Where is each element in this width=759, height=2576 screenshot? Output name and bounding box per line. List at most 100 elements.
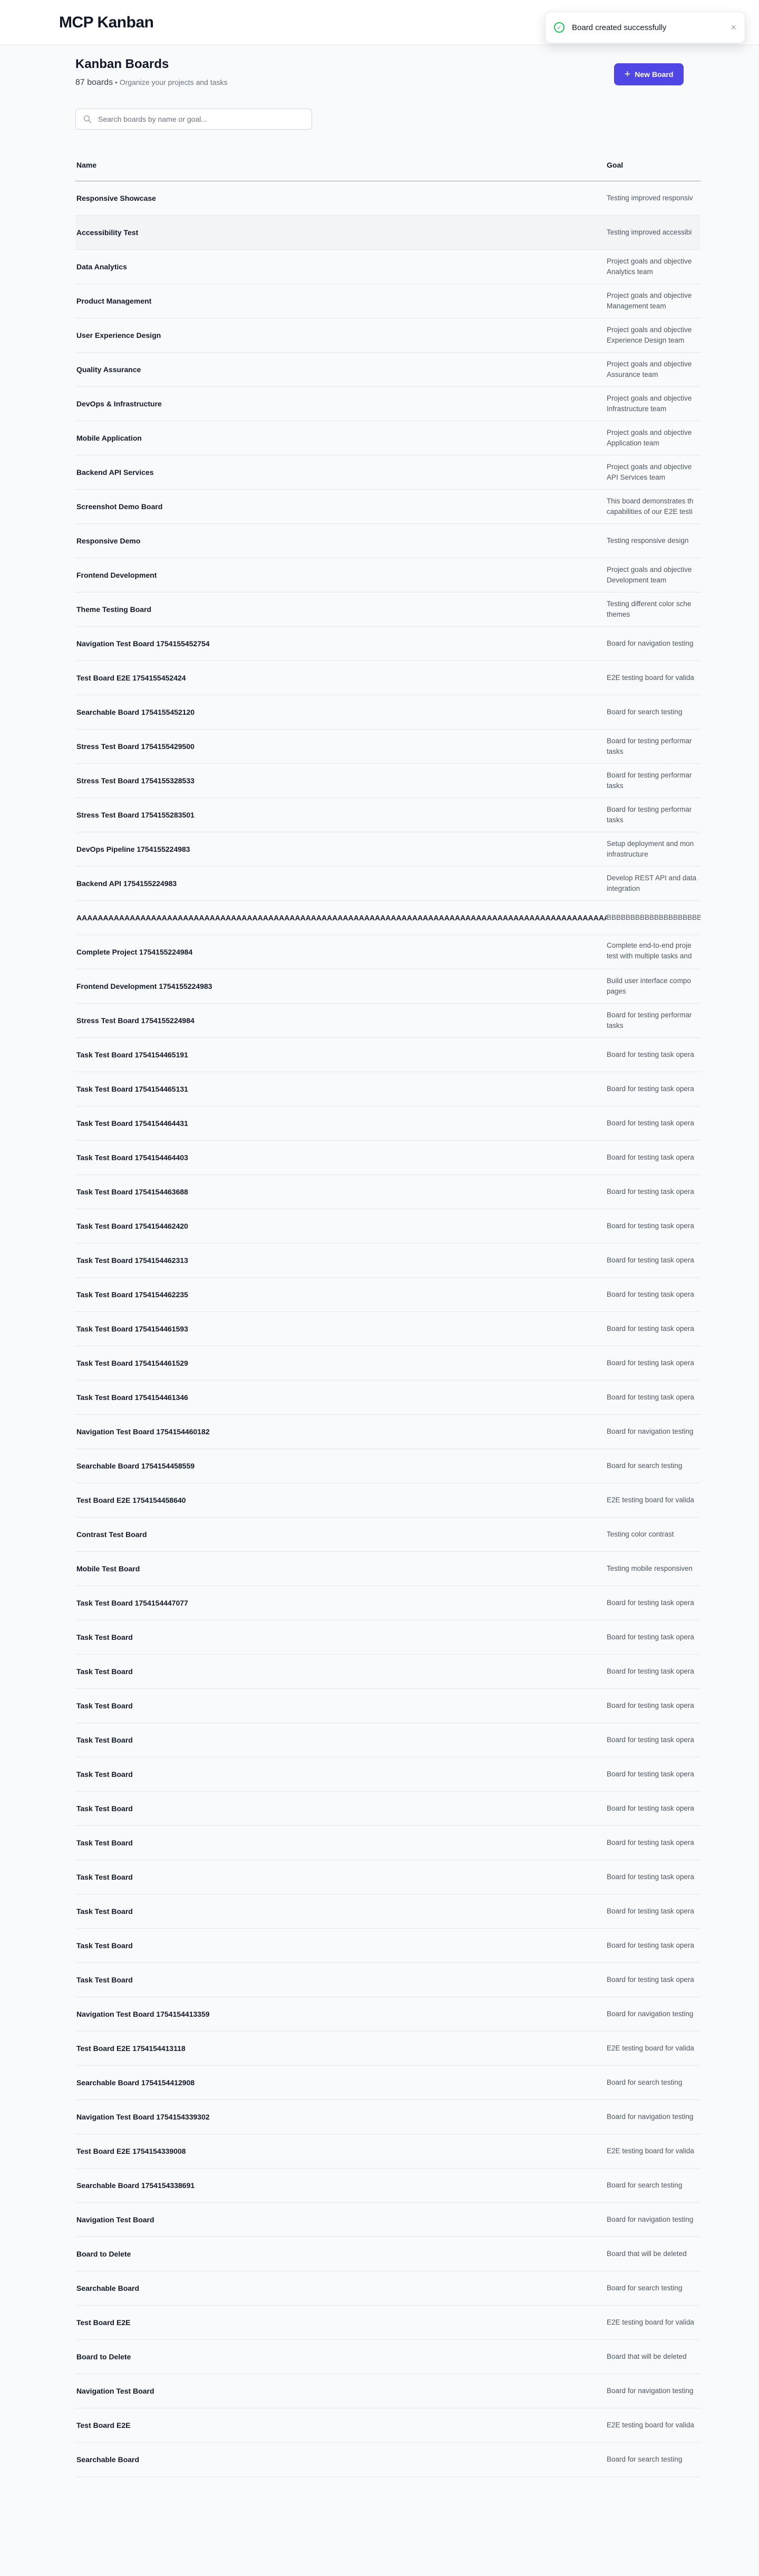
table-row[interactable]: Task Test Board Board for testing task op…	[75, 1689, 700, 1723]
table-row[interactable]: AAAAAAAAAAAAAAAAAAAAAAAAAAAAAAAAAAAAAAAA…	[75, 901, 700, 935]
board-name[interactable]: Task Test Board	[75, 1702, 607, 1710]
table-row[interactable]: Backend API Services Project goals and ob…	[75, 455, 700, 490]
close-icon[interactable]: ×	[731, 22, 736, 33]
board-name[interactable]: Mobile Application	[75, 434, 607, 442]
board-name[interactable]: Task Test Board	[75, 1667, 607, 1676]
table-row[interactable]: Frontend Development 1754155224983 Build …	[75, 969, 700, 1004]
board-name[interactable]: Navigation Test Board	[75, 2387, 607, 2395]
board-name[interactable]: Task Test Board	[75, 1873, 607, 1881]
board-name[interactable]: Task Test Board	[75, 1770, 607, 1778]
board-name[interactable]: Task Test Board	[75, 1633, 607, 1641]
board-name[interactable]: Theme Testing Board	[75, 605, 607, 614]
table-row[interactable]: Task Test Board Board for testing task op…	[75, 1792, 700, 1826]
table-row[interactable]: Stress Test Board 1754155328533 Board for…	[75, 764, 700, 798]
table-row[interactable]: Task Test Board 1754154464431 Board for t…	[75, 1106, 700, 1141]
table-row[interactable]: Mobile Test Board Testing mobile responsi…	[75, 1552, 700, 1586]
board-name[interactable]: Stress Test Board 1754155429500	[75, 742, 607, 751]
board-name[interactable]: Task Test Board 1754154464431	[75, 1119, 607, 1127]
table-row[interactable]: Theme Testing Board Testing different col…	[75, 592, 700, 627]
board-name[interactable]: Complete Project 1754155224984	[75, 948, 607, 956]
board-name[interactable]: Task Test Board	[75, 1976, 607, 1984]
board-name[interactable]: Responsive Demo	[75, 537, 607, 545]
board-name[interactable]: Backend API 1754155224983	[75, 879, 607, 888]
table-row[interactable]: Complete Project 1754155224984 Complete e…	[75, 935, 700, 969]
board-name[interactable]: Navigation Test Board 1754154413359	[75, 2010, 607, 2018]
column-header-name[interactable]: Name	[75, 161, 607, 169]
table-row[interactable]: Contrast Test Board Testing color contras…	[75, 1518, 700, 1552]
table-row[interactable]: Task Test Board 1754154462420 Board for t…	[75, 1209, 700, 1243]
board-name[interactable]: Task Test Board 1754154465191	[75, 1051, 607, 1059]
table-row[interactable]: Task Test Board Board for testing task op…	[75, 1723, 700, 1757]
column-header-goal[interactable]: Goal	[607, 160, 700, 170]
board-name[interactable]: Stress Test Board 1754155224984	[75, 1016, 607, 1025]
board-name[interactable]: Task Test Board 1754154462235	[75, 1290, 607, 1299]
board-name[interactable]: Test Board E2E	[75, 2318, 607, 2327]
board-name[interactable]: Task Test Board 1754154462420	[75, 1222, 607, 1230]
table-row[interactable]: Navigation Test Board Board for navigatio…	[75, 2374, 700, 2408]
board-name[interactable]: DevOps & Infrastructure	[75, 400, 607, 408]
table-row[interactable]: Task Test Board 1754154461346 Board for t…	[75, 1381, 700, 1415]
board-name[interactable]: Task Test Board	[75, 1839, 607, 1847]
table-row[interactable]: Product Management Project goals and obje…	[75, 284, 700, 318]
board-name[interactable]: Task Test Board	[75, 1804, 607, 1813]
table-row[interactable]: Task Test Board Board for testing task op…	[75, 1826, 700, 1860]
board-name[interactable]: Navigation Test Board 1754154339302	[75, 2113, 607, 2121]
table-row[interactable]: Task Test Board 1754154463688 Board for t…	[75, 1175, 700, 1209]
board-name[interactable]: Contrast Test Board	[75, 1530, 607, 1539]
board-name[interactable]: Test Board E2E 1754154458640	[75, 1496, 607, 1504]
table-row[interactable]: Searchable Board 1754154458559 Board for …	[75, 1449, 700, 1483]
board-name[interactable]: Task Test Board	[75, 1907, 607, 1916]
table-row[interactable]: Task Test Board 1754154462313 Board for t…	[75, 1243, 700, 1278]
table-row[interactable]: Task Test Board 1754154461593 Board for t…	[75, 1312, 700, 1346]
board-name[interactable]: Frontend Development	[75, 571, 607, 579]
new-board-button[interactable]: + New Board	[614, 63, 684, 85]
board-name[interactable]: Stress Test Board 1754155328533	[75, 776, 607, 785]
table-row[interactable]: Task Test Board 1754154465131 Board for t…	[75, 1072, 700, 1106]
table-row[interactable]: Task Test Board Board for testing task op…	[75, 1894, 700, 1929]
table-row[interactable]: Test Board E2E 1754154339008 E2E testing …	[75, 2134, 700, 2169]
table-row[interactable]: Stress Test Board 1754155429500 Board for…	[75, 730, 700, 764]
table-row[interactable]: Task Test Board 1754154461529 Board for t…	[75, 1346, 700, 1381]
table-row[interactable]: Test Board E2E E2E testing board for vali…	[75, 2408, 700, 2443]
board-name[interactable]: Searchable Board 1754154412908	[75, 2078, 607, 2087]
table-row[interactable]: Navigation Test Board 1754154339302 Board…	[75, 2100, 700, 2134]
board-name[interactable]: Responsive Showcase	[75, 194, 607, 202]
board-name[interactable]: Test Board E2E 1754154413118	[75, 2044, 607, 2053]
table-row[interactable]: Task Test Board 1754154447077 Board for t…	[75, 1586, 700, 1620]
table-row[interactable]: Task Test Board 1754154464403 Board for t…	[75, 1141, 700, 1175]
table-row[interactable]: Board to Delete Board that will be delete…	[75, 2237, 700, 2271]
board-name[interactable]: Task Test Board	[75, 1736, 607, 1744]
table-row[interactable]: User Experience Design Project goals and …	[75, 318, 700, 353]
table-row[interactable]: Task Test Board Board for testing task op…	[75, 1655, 700, 1689]
table-row[interactable]: Backend API 1754155224983 Develop REST AP…	[75, 867, 700, 901]
table-row[interactable]: Navigation Test Board 1754155452754 Board…	[75, 627, 700, 661]
board-name[interactable]: Data Analytics	[75, 263, 607, 271]
search-field[interactable]	[75, 109, 312, 130]
table-row[interactable]: Navigation Test Board Board for navigatio…	[75, 2203, 700, 2237]
table-row[interactable]: Frontend Development Project goals and ob…	[75, 558, 700, 592]
table-row[interactable]: Task Test Board 1754154462235 Board for t…	[75, 1278, 700, 1312]
board-name[interactable]: Searchable Board 1754155452120	[75, 708, 607, 716]
table-row[interactable]: Accessibility Test Testing improved acces…	[75, 216, 700, 250]
board-name[interactable]: Searchable Board	[75, 2284, 607, 2292]
table-row[interactable]: Navigation Test Board 1754154460182 Board…	[75, 1415, 700, 1449]
board-name[interactable]: Test Board E2E	[75, 2421, 607, 2429]
board-name[interactable]: Frontend Development 1754155224983	[75, 982, 607, 990]
board-name[interactable]: User Experience Design	[75, 331, 607, 339]
board-name[interactable]: Product Management	[75, 297, 607, 305]
table-row[interactable]: Data Analytics Project goals and objectiv…	[75, 250, 700, 284]
table-row[interactable]: Searchable Board Board for search testing	[75, 2271, 700, 2306]
board-name[interactable]: Accessibility Test	[75, 228, 607, 237]
board-name[interactable]: Searchable Board	[75, 2455, 607, 2464]
board-name[interactable]: Task Test Board 1754154461593	[75, 1325, 607, 1333]
table-row[interactable]: Task Test Board Board for testing task op…	[75, 1963, 700, 1997]
table-row[interactable]: Stress Test Board 1754155283501 Board for…	[75, 798, 700, 832]
board-name[interactable]: Test Board E2E 1754155452424	[75, 674, 607, 682]
board-name[interactable]: Searchable Board 1754154458559	[75, 1462, 607, 1470]
table-row[interactable]: Searchable Board 1754155452120 Board for …	[75, 695, 700, 730]
table-row[interactable]: Board to Delete Board that will be delete…	[75, 2340, 700, 2374]
table-row[interactable]: Searchable Board 1754154338691 Board for …	[75, 2169, 700, 2203]
board-name[interactable]: Searchable Board 1754154338691	[75, 2181, 607, 2190]
table-row[interactable]: Task Test Board 1754154465191 Board for t…	[75, 1038, 700, 1072]
table-row[interactable]: Searchable Board 1754154412908 Board for …	[75, 2066, 700, 2100]
